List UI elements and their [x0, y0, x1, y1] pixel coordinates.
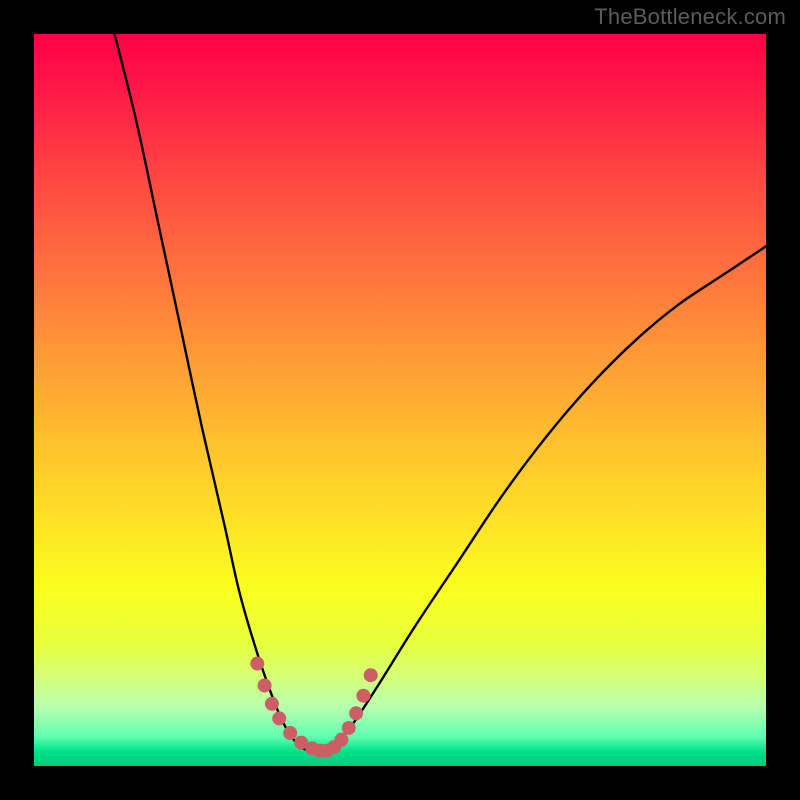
valley-marker [283, 726, 297, 740]
valley-marker [349, 706, 363, 720]
curve-right-branch [327, 246, 766, 751]
valley-marker [342, 721, 356, 735]
watermark-text: TheBottleneck.com [594, 4, 786, 30]
chart-frame: TheBottleneck.com [0, 0, 800, 800]
plot-area [34, 34, 766, 766]
valley-marker [265, 697, 279, 711]
valley-marker [272, 711, 286, 725]
valley-marker [334, 733, 348, 747]
curve-left-branch [115, 34, 327, 752]
valley-marker [356, 689, 370, 703]
valley-markers [250, 657, 377, 758]
valley-marker [250, 657, 264, 671]
valley-marker [364, 668, 378, 682]
chart-svg [34, 34, 766, 766]
valley-marker [258, 678, 272, 692]
